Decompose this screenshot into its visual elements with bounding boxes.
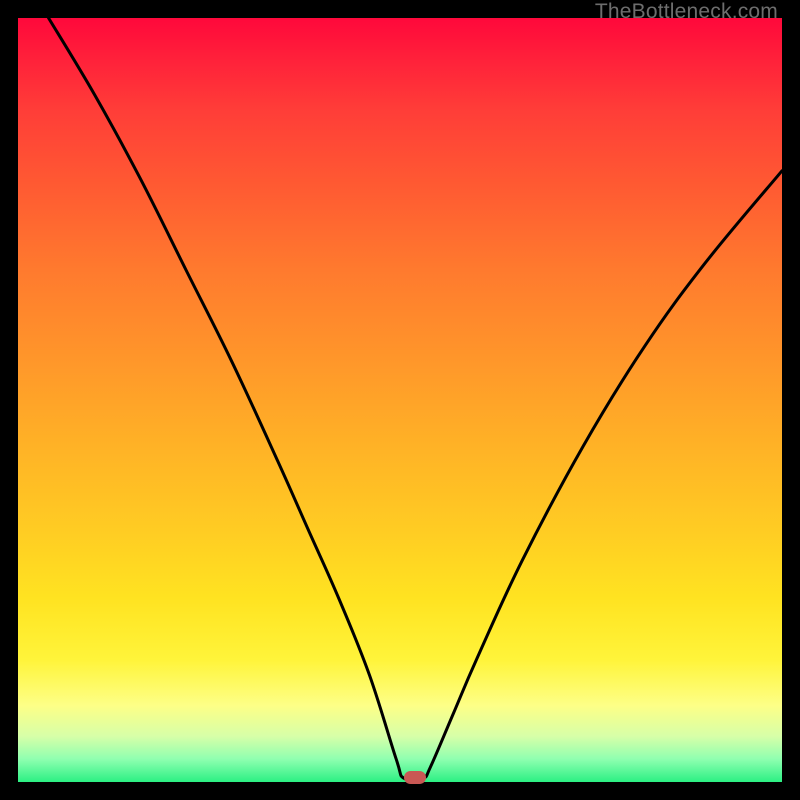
bottleneck-marker xyxy=(404,771,426,784)
plot-area xyxy=(18,18,782,782)
chart-frame: TheBottleneck.com xyxy=(0,0,800,800)
bottleneck-curve xyxy=(18,18,782,782)
watermark-text: TheBottleneck.com xyxy=(595,0,778,24)
